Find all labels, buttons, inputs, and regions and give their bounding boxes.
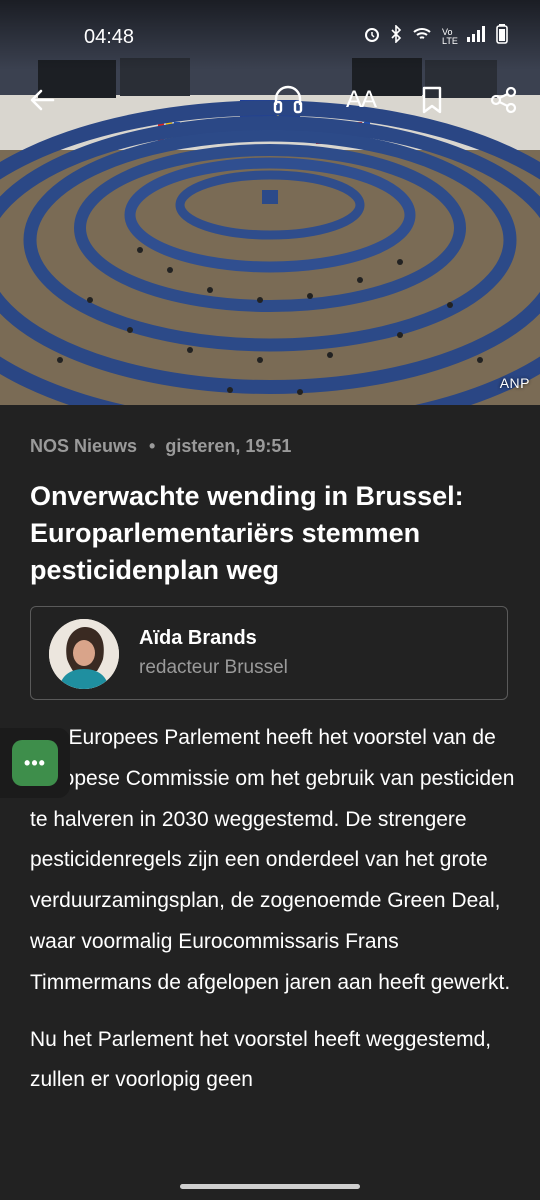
text-size-button[interactable]: AA (338, 78, 384, 122)
article-body: Het Europees Parlement heeft het voorste… (30, 718, 516, 1117)
listen-button[interactable] (266, 78, 310, 122)
headphones-icon (273, 85, 303, 114)
bookmark-icon (422, 86, 442, 114)
signal-icon (466, 26, 486, 47)
volte-icon: Vo LTE (442, 26, 458, 46)
gesture-navigation-bar[interactable] (180, 1184, 360, 1189)
floating-chat-bubble[interactable]: ••• (12, 740, 58, 786)
wifi-icon (412, 26, 432, 47)
share-icon (490, 86, 517, 114)
floating-bubble-container: ••• (0, 728, 70, 798)
status-time: 04:48 (84, 26, 135, 48)
back-arrow-icon (30, 89, 55, 111)
back-button[interactable] (20, 78, 64, 122)
bookmark-button[interactable] (410, 78, 454, 122)
meta-separator: • (149, 436, 156, 456)
text-size-icon: AA (345, 86, 377, 113)
hero-image: 04:48 Vo LTE AA ANP (0, 0, 540, 405)
author-avatar (49, 619, 119, 689)
article-timestamp: gisteren, 19:51 (165, 436, 292, 456)
article-paragraph: Nu het Parlement het voorstel heeft wegg… (30, 1027, 492, 1092)
bluetooth-icon (390, 24, 402, 48)
author-card[interactable]: Aïda Brands redacteur Brussel (30, 606, 508, 700)
article-toolbar: AA (0, 78, 540, 122)
author-name: Aïda Brands (139, 627, 257, 649)
share-button[interactable] (482, 78, 526, 122)
article-source: NOS Nieuws (30, 436, 138, 456)
author-role: redacteur Brussel (139, 657, 288, 678)
status-icons: Vo LTE (364, 24, 508, 49)
article-title: Onverwachte wending in Brussel: Europarl… (30, 481, 464, 585)
article-paragraph: Het Europees Parlement heeft het voorste… (30, 726, 515, 994)
alarm-icon (364, 26, 380, 47)
battery-icon (496, 24, 508, 49)
photo-credit: ANP (499, 375, 530, 391)
article-meta: NOS Nieuws • gisteren, 19:51 (30, 436, 291, 457)
status-bar: 04:48 Vo LTE (0, 0, 540, 70)
